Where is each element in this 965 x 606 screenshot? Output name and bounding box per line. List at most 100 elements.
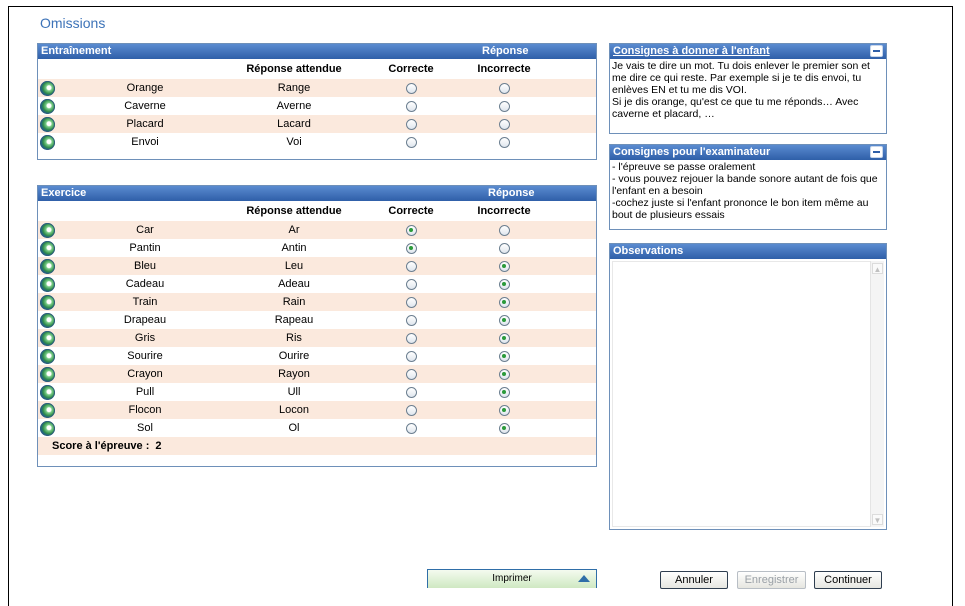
word-cell: Car (60, 221, 230, 239)
word-cell: Train (60, 293, 230, 311)
expected-cell: Locon (230, 401, 358, 419)
exercise-column-headers: Réponse attendue Correcte Incorrecte (38, 201, 596, 221)
incorrect-radio[interactable] (498, 136, 510, 148)
table-row: Crayon Rayon (38, 365, 596, 383)
save-button[interactable]: Enregistrer (737, 571, 806, 589)
table-row: Caverne Averne (38, 97, 596, 115)
correct-radio[interactable] (405, 332, 417, 344)
child-instructions-panel: Consignes à donner à l'enfant Je vais te… (609, 43, 887, 134)
examiner-instructions-title: Consignes pour l'examinateur (613, 146, 771, 158)
expected-cell: Voi (286, 136, 302, 148)
correct-radio[interactable] (405, 242, 417, 254)
table-row: Bleu Leu (38, 257, 596, 275)
incorrect-radio[interactable] (498, 296, 510, 308)
training-header: Entraînement Réponse (38, 44, 596, 59)
play-sound-icon[interactable] (40, 312, 55, 328)
incorrect-radio[interactable] (498, 242, 510, 254)
word-cell: Gris (60, 329, 230, 347)
observations-textarea[interactable] (612, 261, 884, 527)
score-row: Score à l'épreuve : 2 (38, 437, 596, 455)
table-row: Drapeau Rapeau (38, 311, 596, 329)
correct-radio[interactable] (405, 278, 417, 290)
cancel-button[interactable]: Annuler (660, 571, 728, 589)
incorrect-radio[interactable] (498, 314, 510, 326)
play-sound-icon[interactable] (40, 384, 55, 400)
table-row: Sourire Ourire (38, 347, 596, 365)
table-row: Flocon Locon (38, 401, 596, 419)
word-cell: Sol (137, 422, 153, 434)
correct-radio[interactable] (405, 136, 417, 148)
examiner-instructions-header: Consignes pour l'examinateur (610, 145, 886, 160)
play-sound-icon[interactable] (40, 258, 55, 274)
word-cell: Pantin (129, 242, 161, 254)
scroll-down-icon[interactable]: ▼ (872, 514, 883, 525)
expected-cell: Range (230, 79, 358, 97)
minimize-icon[interactable] (870, 45, 883, 57)
table-row: Placard Lacard (38, 115, 596, 133)
word-cell: Crayon (60, 365, 230, 383)
incorrect-radio[interactable] (498, 224, 510, 236)
incorrect-radio[interactable] (498, 350, 510, 362)
correct-radio[interactable] (405, 314, 417, 326)
correct-radio[interactable] (405, 296, 417, 308)
play-sound-icon[interactable] (40, 134, 55, 150)
correct-radio[interactable] (405, 224, 417, 236)
col-correct: Correcte (388, 205, 434, 217)
incorrect-radio[interactable] (498, 82, 510, 94)
play-sound-icon[interactable] (40, 402, 55, 418)
child-instructions-header: Consignes à donner à l'enfant (610, 44, 886, 59)
incorrect-radio[interactable] (498, 386, 510, 398)
correct-radio[interactable] (405, 100, 417, 112)
correct-radio[interactable] (405, 422, 417, 434)
word-cell: Sourire (127, 350, 163, 362)
observations-scrollbar[interactable]: ▲ ▼ (870, 261, 884, 527)
incorrect-radio[interactable] (498, 332, 510, 344)
scroll-up-icon[interactable]: ▲ (872, 263, 883, 274)
print-button[interactable]: Imprimer (427, 569, 597, 588)
correct-radio[interactable] (405, 350, 417, 362)
play-sound-icon[interactable] (40, 348, 55, 364)
play-sound-icon[interactable] (40, 420, 55, 436)
correct-radio[interactable] (405, 118, 417, 130)
correct-radio[interactable] (405, 368, 417, 380)
expected-cell: Averne (276, 100, 312, 112)
expected-cell: Rain (230, 293, 358, 311)
play-sound-icon[interactable] (40, 222, 55, 238)
expected-cell: Ull (287, 386, 301, 398)
play-sound-icon[interactable] (40, 294, 55, 310)
expected-cell: Lacard (230, 115, 358, 133)
incorrect-radio[interactable] (498, 422, 510, 434)
play-sound-icon[interactable] (40, 240, 55, 256)
exercise-table: Réponse attendue Correcte Incorrecte Car… (38, 201, 596, 437)
col-correct: Correcte (388, 63, 434, 75)
word-cell: Envoi (131, 136, 159, 148)
table-row: Cadeau Adeau (38, 275, 596, 293)
expected-cell: Antin (281, 242, 307, 254)
minimize-icon[interactable] (870, 146, 883, 158)
incorrect-radio[interactable] (498, 260, 510, 272)
correct-radio[interactable] (405, 386, 417, 398)
expected-cell: Ar (230, 221, 358, 239)
incorrect-radio[interactable] (498, 404, 510, 416)
training-column-headers: Réponse attendue Correcte Incorrecte (38, 59, 596, 79)
play-sound-icon[interactable] (40, 366, 55, 382)
incorrect-radio[interactable] (498, 368, 510, 380)
play-sound-icon[interactable] (40, 80, 55, 96)
table-row: Car Ar (38, 221, 596, 239)
play-sound-icon[interactable] (40, 276, 55, 292)
word-cell: Caverne (124, 100, 166, 112)
incorrect-radio[interactable] (498, 118, 510, 130)
exercise-response-header: Réponse (488, 187, 535, 199)
play-sound-icon[interactable] (40, 98, 55, 114)
play-sound-icon[interactable] (40, 116, 55, 132)
correct-radio[interactable] (405, 404, 417, 416)
correct-radio[interactable] (405, 82, 417, 94)
observations-title: Observations (613, 245, 684, 257)
child-instructions-text: Je vais te dire un mot. Tu dois enlever … (612, 60, 870, 120)
play-sound-icon[interactable] (40, 330, 55, 346)
observations-panel: Observations ▲ ▼ (609, 243, 887, 530)
incorrect-radio[interactable] (498, 100, 510, 112)
correct-radio[interactable] (405, 260, 417, 272)
incorrect-radio[interactable] (498, 278, 510, 290)
continue-button[interactable]: Continuer (814, 571, 882, 589)
